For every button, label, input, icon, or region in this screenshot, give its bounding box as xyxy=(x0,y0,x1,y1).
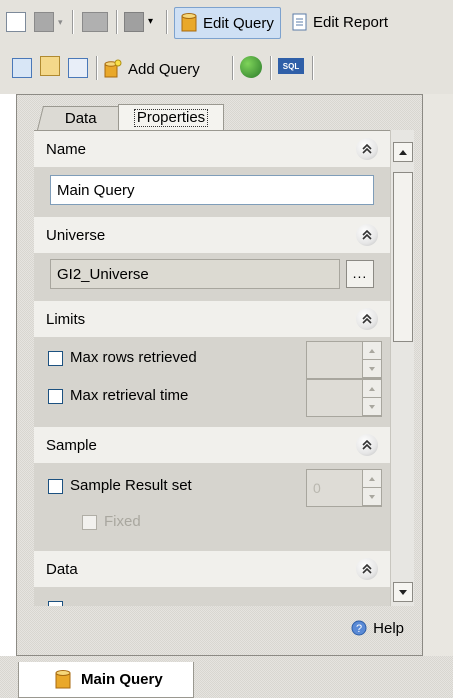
max-rows-label: Max rows retrieved xyxy=(70,349,197,366)
max-time-label: Max retrieval time xyxy=(70,387,189,404)
edit-query-button[interactable]: Edit Query xyxy=(174,7,281,39)
scroll-down-icon[interactable] xyxy=(393,582,413,602)
query-name-input[interactable]: Main Query xyxy=(50,175,374,205)
section-data-title: Data xyxy=(46,560,78,578)
tab-data-label: Data xyxy=(65,110,97,127)
collapse-chevron-icon[interactable] xyxy=(356,434,378,456)
section-sample-title: Sample xyxy=(46,436,97,454)
export-icon[interactable] xyxy=(124,12,144,32)
spin-up-icon[interactable] xyxy=(363,380,381,398)
collapse-chevron-icon[interactable] xyxy=(356,308,378,330)
add-query-button[interactable]: Add Query xyxy=(104,54,200,84)
section-name-header[interactable]: Name xyxy=(34,131,390,167)
query-name-value: Main Query xyxy=(57,181,135,199)
help-icon: ? xyxy=(351,620,367,636)
section-universe-header[interactable]: Universe xyxy=(34,217,390,253)
add-query-icon xyxy=(104,59,122,78)
export-dropdown-icon[interactable]: ▾ xyxy=(148,12,158,32)
query-cylinder-icon xyxy=(181,13,197,32)
spin-up-icon[interactable] xyxy=(363,470,381,488)
new-document-icon[interactable] xyxy=(6,12,26,32)
section-limits-header[interactable]: Limits xyxy=(34,301,390,337)
vertical-scrollbar[interactable] xyxy=(390,130,414,606)
sql-icon[interactable]: SQL xyxy=(278,58,304,74)
collapse-chevron-icon[interactable] xyxy=(356,558,378,580)
filter-pane-icon[interactable] xyxy=(40,56,60,76)
spin-down-icon[interactable] xyxy=(363,398,381,416)
properties-content: Name Main Query Universe GI2_Universe ..… xyxy=(34,130,390,606)
universe-value: GI2_Universe xyxy=(57,265,149,283)
browse-universe-label: ... xyxy=(352,265,368,281)
section-name-title: Name xyxy=(46,140,87,158)
max-time-checkbox[interactable] xyxy=(48,389,63,404)
scroll-thumb[interactable] xyxy=(393,172,413,342)
universe-field: GI2_Universe xyxy=(50,259,340,289)
main-query-tab-label: Main Query xyxy=(81,671,163,688)
edit-query-label: Edit Query xyxy=(203,14,274,32)
print-icon[interactable] xyxy=(82,12,108,32)
help-label: Help xyxy=(373,619,404,637)
report-icon xyxy=(292,13,307,31)
data-preview-icon[interactable] xyxy=(68,58,88,78)
tab-properties[interactable]: Properties xyxy=(118,104,224,131)
section-data-header[interactable]: Data xyxy=(34,551,390,587)
edit-report-button[interactable]: Edit Report xyxy=(292,7,388,37)
max-rows-value[interactable] xyxy=(309,344,359,376)
right-divider-area xyxy=(423,94,453,656)
sample-size-value[interactable]: 0 xyxy=(309,472,359,504)
tab-data[interactable]: Data xyxy=(37,106,125,130)
tab-properties-label: Properties xyxy=(133,109,209,127)
query-cylinder-icon xyxy=(55,669,71,688)
fixed-checkbox[interactable] xyxy=(82,515,97,530)
edit-report-label: Edit Report xyxy=(313,13,389,31)
section-limits-title: Limits xyxy=(46,310,86,328)
sample-size-spinner[interactable]: 0 xyxy=(306,469,382,507)
panel-tabs: Data Properties xyxy=(34,104,414,131)
max-rows-checkbox[interactable] xyxy=(48,351,63,366)
refresh-data-icon[interactable] xyxy=(240,56,262,78)
top-toolbar: ▾ ▾ Edit Query Edit Report xyxy=(0,0,453,44)
section-universe-title: Universe xyxy=(46,226,106,244)
max-time-spinner[interactable] xyxy=(306,379,382,417)
sample-result-label: Sample Result set xyxy=(70,477,192,494)
spin-up-icon[interactable] xyxy=(363,342,381,360)
max-time-value[interactable] xyxy=(309,382,359,414)
browse-universe-button[interactable]: ... xyxy=(346,260,374,288)
save-icon[interactable] xyxy=(34,12,54,32)
help-link[interactable]: ? Help xyxy=(34,606,414,650)
spin-down-icon[interactable] xyxy=(363,360,381,378)
section-sample-header[interactable]: Sample xyxy=(34,427,390,463)
sql-label: SQL xyxy=(282,61,300,71)
view-structure-icon[interactable] xyxy=(12,58,32,78)
main-query-tab[interactable]: Main Query xyxy=(18,662,194,698)
max-rows-spinner[interactable] xyxy=(306,341,382,379)
scroll-up-icon[interactable] xyxy=(393,142,413,162)
query-toolbar: Add Query SQL xyxy=(0,44,453,94)
svg-text:?: ? xyxy=(356,623,362,635)
sample-result-checkbox[interactable] xyxy=(48,479,63,494)
spin-down-icon[interactable] xyxy=(363,488,381,506)
save-dropdown-icon[interactable]: ▾ xyxy=(58,12,68,32)
fixed-label: Fixed xyxy=(104,513,141,530)
collapse-chevron-icon[interactable] xyxy=(356,224,378,246)
collapse-chevron-icon[interactable] xyxy=(356,138,378,160)
add-query-label: Add Query xyxy=(128,60,200,78)
